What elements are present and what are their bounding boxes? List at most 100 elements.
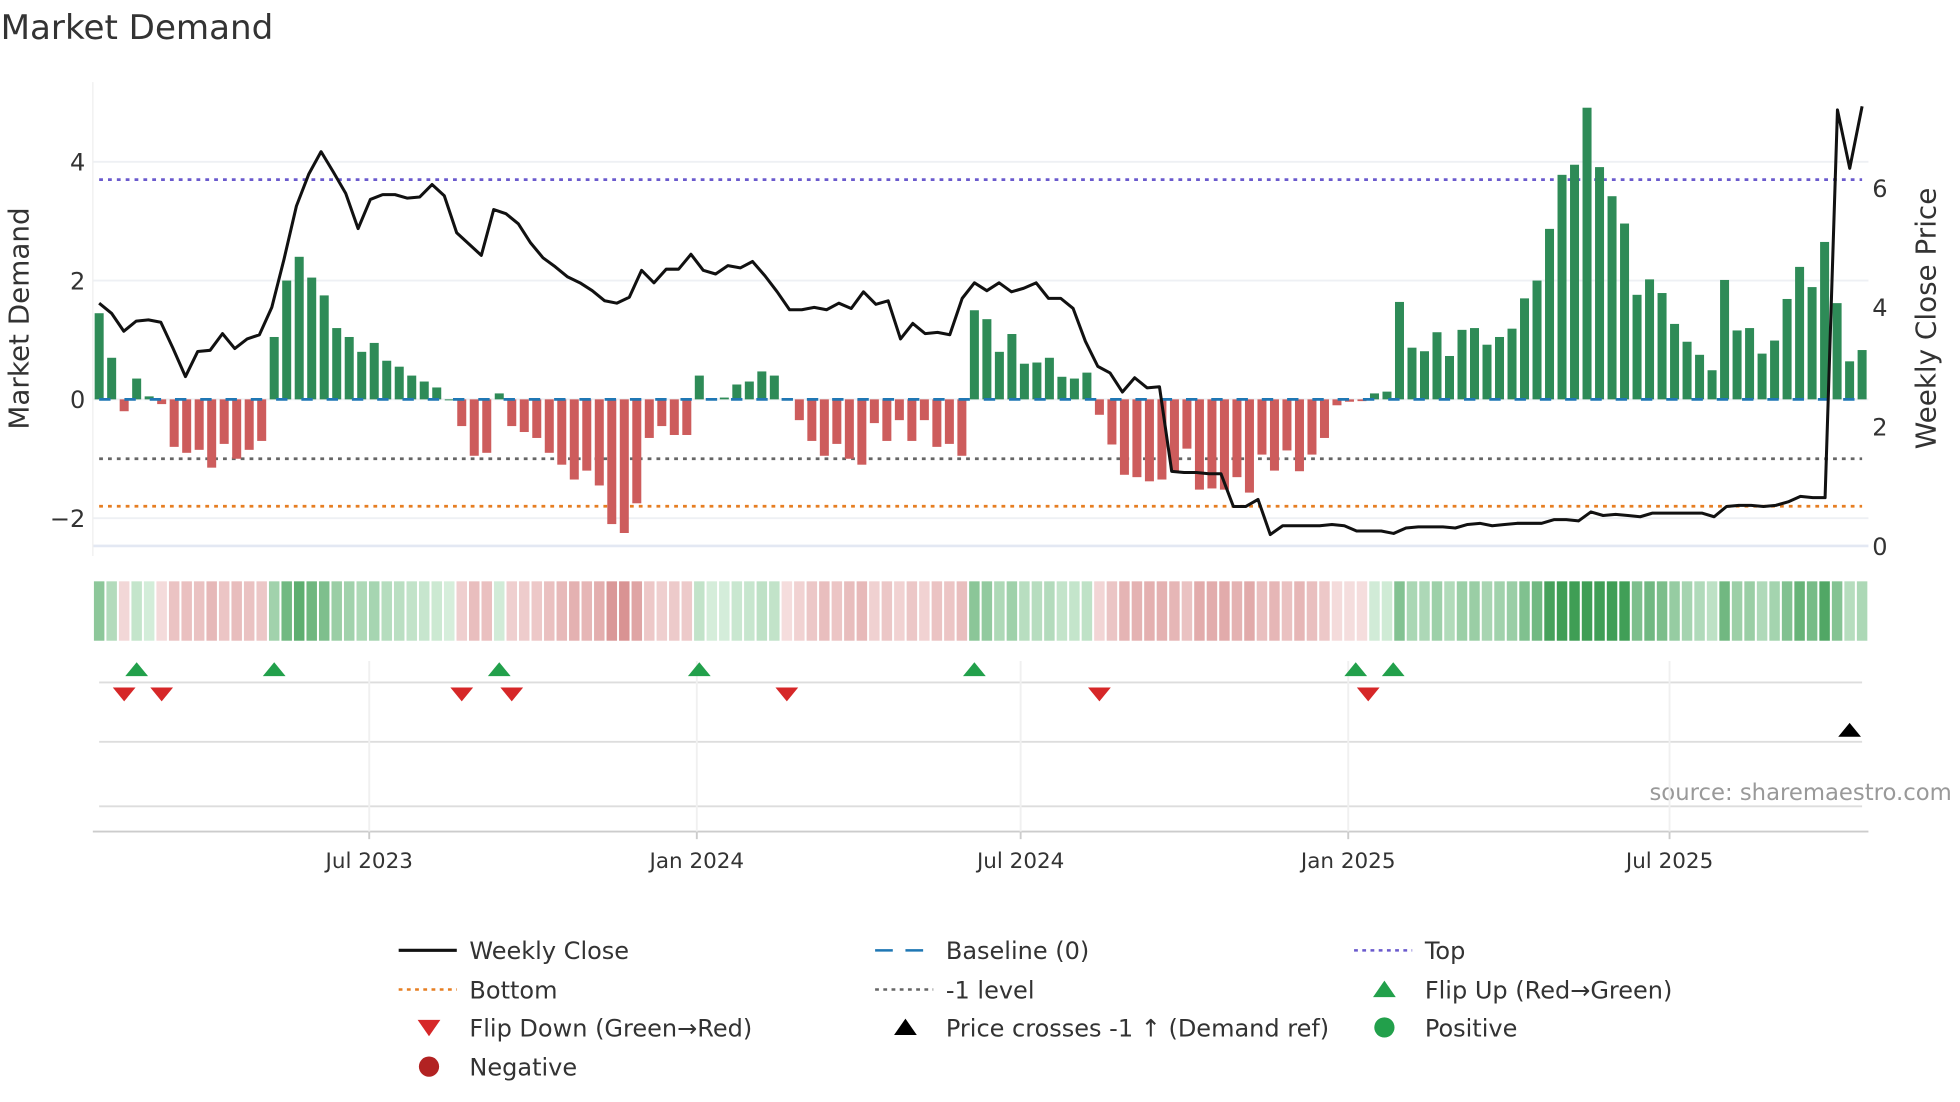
demand-bar — [1782, 298, 1792, 400]
demand-strip-cell — [168, 581, 180, 641]
demand-bar — [944, 399, 954, 444]
demand-strip-cell — [1706, 581, 1718, 641]
demand-strip-cell — [831, 581, 843, 641]
demand-bar — [1645, 279, 1655, 400]
demand-bar — [1607, 196, 1617, 400]
demand-strip-cell — [318, 581, 330, 641]
demand-strip-cell — [118, 581, 130, 641]
demand-strip-cell — [1006, 581, 1018, 641]
flip-up-marker — [687, 662, 711, 677]
demand-bar — [1294, 399, 1304, 472]
demand-bar — [1482, 344, 1492, 400]
demand-bar — [194, 399, 204, 450]
demand-bar — [532, 399, 542, 438]
demand-strip-cell — [1056, 581, 1068, 641]
demand-bar — [232, 399, 242, 459]
x-tick-label: Jan 2024 — [648, 849, 745, 874]
demand-bar — [1432, 332, 1442, 400]
demand-strip-cell — [256, 581, 267, 641]
demand-strip-cell — [93, 581, 105, 641]
demand-bar — [744, 381, 754, 400]
demand-bar — [307, 277, 317, 400]
demand-strip-cell — [944, 581, 955, 641]
demand-strip-cell — [531, 581, 543, 641]
demand-bar — [719, 397, 729, 400]
demand-strip-cell — [1844, 581, 1855, 641]
demand-bar — [257, 399, 267, 441]
demand-bar — [1232, 399, 1242, 478]
legend-triangle-down-icon — [417, 1019, 441, 1037]
demand-bar — [1457, 329, 1467, 400]
demand-bar — [419, 381, 429, 400]
legend-triangle-up-icon — [1373, 980, 1396, 998]
demand-strip-cell — [494, 581, 505, 641]
demand-bar — [182, 399, 192, 453]
demand-strip-cell — [1794, 581, 1805, 641]
demand-bar — [969, 310, 979, 400]
legend-label: Baseline (0) — [946, 937, 1089, 965]
demand-bar — [932, 399, 942, 447]
legend-label: Bottom — [469, 976, 557, 1004]
demand-bar — [757, 371, 767, 400]
demand-strip-cell — [694, 581, 705, 641]
demand-bar — [319, 295, 329, 400]
demand-strip-cell — [1856, 581, 1868, 641]
demand-bar — [919, 399, 929, 421]
demand-bar — [1119, 399, 1129, 475]
demand-strip-cell — [1394, 581, 1405, 641]
demand-bar — [432, 387, 442, 400]
demand-bar — [1545, 228, 1555, 400]
demand-strip-cell — [1731, 581, 1743, 641]
demand-strip-cell — [1544, 581, 1555, 641]
demand-bar — [869, 399, 879, 424]
demand-bar — [769, 375, 779, 400]
legend-label: Flip Up (Red→Green) — [1425, 976, 1673, 1004]
demand-strip-cell — [1256, 581, 1268, 641]
demand-strip-cell — [894, 581, 905, 641]
demand-bar — [132, 378, 142, 400]
demand-bar — [1282, 399, 1292, 451]
legend-item: Price crosses -1 ↑ (Demand ref) — [894, 1014, 1329, 1042]
demand-bar — [857, 399, 867, 465]
x-tick-label: Jul 2025 — [1624, 849, 1713, 874]
flip-down-marker — [450, 687, 474, 702]
demand-bar — [1269, 399, 1279, 471]
flip-down-marker — [1088, 687, 1111, 702]
demand-bar — [1507, 328, 1517, 400]
demand-strip-cell — [1344, 581, 1355, 641]
demand-strip-cell — [844, 581, 855, 641]
demand-bar — [1057, 376, 1067, 400]
legend-label: Price crosses -1 ↑ (Demand ref) — [946, 1014, 1329, 1042]
demand-strip-cell — [1831, 581, 1843, 641]
flip-up-marker — [125, 662, 149, 677]
demand-strip-cell — [444, 581, 455, 641]
demand-strip-cell — [581, 581, 593, 641]
demand-strip-cell — [794, 581, 805, 641]
demand-strip-cell — [569, 581, 580, 641]
demand-strip-cell — [181, 581, 192, 641]
demand-bar — [1682, 341, 1692, 400]
y-tick-label: 2 — [70, 267, 85, 295]
demand-bar — [694, 375, 704, 400]
demand-strip-cell — [456, 581, 467, 641]
demand-bar — [282, 280, 292, 400]
demand-strip-cell — [606, 581, 618, 641]
demand-strip-cell — [669, 581, 680, 641]
demand-strip-cell — [1081, 581, 1093, 641]
demand-strip-cell — [644, 581, 655, 641]
legend-triangle-up-icon — [894, 1018, 917, 1036]
demand-strip-cell — [1119, 581, 1130, 641]
demand-strip-cell — [869, 581, 880, 641]
demand-bar — [844, 399, 854, 459]
demand-strip-cell — [1181, 581, 1193, 641]
demand-strip-cell — [1631, 581, 1643, 641]
demand-strip-cell — [1269, 581, 1280, 641]
demand-bar — [1019, 363, 1029, 400]
demand-strip-cell — [419, 581, 430, 641]
demand-bar — [219, 399, 229, 444]
demand-strip-cell — [1519, 581, 1530, 641]
demand-strip-cell — [706, 581, 718, 641]
demand-bar — [1857, 350, 1867, 400]
demand-strip-cell — [1019, 581, 1030, 641]
y-tick-label: 0 — [70, 386, 85, 414]
